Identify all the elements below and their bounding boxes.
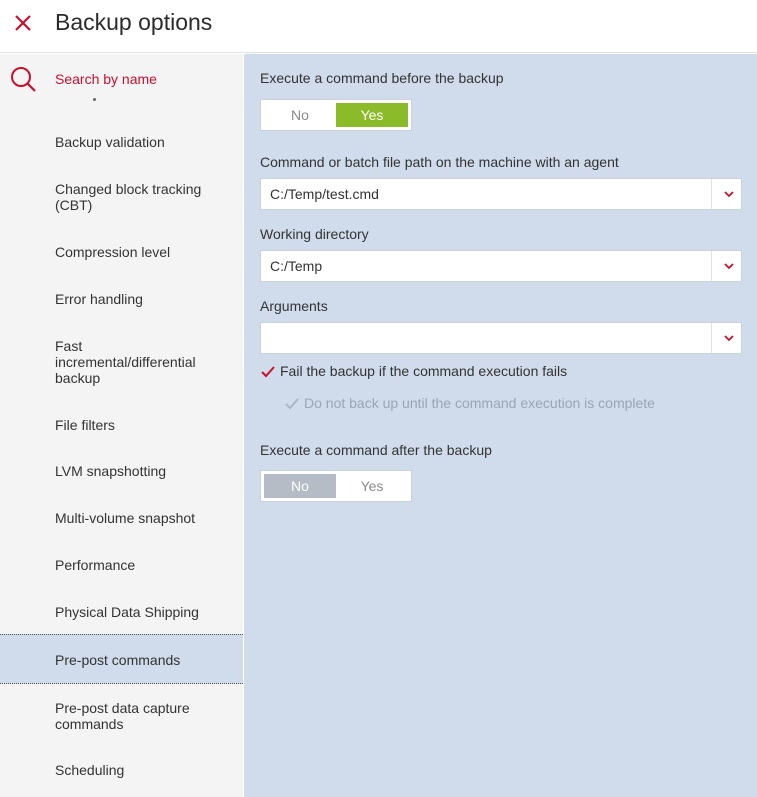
sidebar-item-label: Pre-post data capture commands (55, 700, 190, 732)
settings-panel: Execute a command before the backup No Y… (244, 54, 757, 797)
search-bar (0, 54, 243, 102)
sidebar-item-physical-data-shipping[interactable]: Physical Data Shipping (0, 589, 243, 634)
sidebar-item-label: LVM snapshotting (55, 463, 167, 479)
fail-backup-checkbox[interactable]: Fail the backup if the command execution… (260, 362, 600, 382)
checkmark-icon (261, 366, 275, 378)
sidebar-item-label: File filters (55, 417, 115, 433)
before-toggle-no[interactable]: No (264, 103, 336, 127)
after-toggle-no[interactable]: No (264, 474, 336, 498)
chevron-down-icon[interactable] (716, 323, 742, 353)
search-input[interactable] (55, 69, 225, 89)
close-icon[interactable] (12, 12, 34, 34)
sidebar-item-label: Performance (55, 557, 136, 573)
sidebar-item-fast-incremental[interactable]: Fast incremental/differential backup (0, 322, 243, 402)
sidebar: Backup validation Changed block tracking… (0, 54, 243, 797)
wait-complete-checkbox: Do not back up until the command executi… (284, 394, 684, 414)
after-toggle-yes[interactable]: Yes (336, 474, 408, 498)
sidebar-item-label: Error handling (55, 291, 143, 307)
sidebar-item-label: Backup validation (55, 134, 165, 150)
before-command-label: Execute a command before the backup (260, 70, 504, 86)
sidebar-item-label: Fast incremental/differential backup (55, 338, 196, 386)
sidebar-item-scheduling[interactable]: Scheduling (0, 752, 243, 797)
header-bar: Backup options (0, 0, 757, 53)
sidebar-item-lvm-snapshotting[interactable]: LVM snapshotting (0, 448, 243, 495)
scroll-indicator (93, 98, 96, 101)
page-title: Backup options (55, 9, 213, 35)
sidebar-item-label: Scheduling (55, 762, 125, 778)
chevron-down-icon[interactable] (716, 179, 742, 209)
sidebar-item-performance[interactable]: Performance (0, 542, 243, 589)
sidebar-item-backup-validation[interactable]: Backup validation (0, 116, 243, 168)
chevron-down-icon[interactable] (716, 251, 742, 281)
sidebar-item-changed-block-tracking[interactable]: Changed block tracking (CBT) (0, 168, 243, 230)
checkmark-icon (285, 398, 299, 410)
sidebar-item-pre-post-commands[interactable]: Pre-post commands (0, 634, 243, 684)
combo-divider (711, 251, 712, 281)
sidebar-item-pre-post-data-capture[interactable]: Pre-post data capture commands (0, 684, 243, 752)
working-directory-value: C:/Temp (270, 258, 323, 274)
search-icon[interactable] (9, 65, 37, 93)
working-directory-label: Working directory (260, 226, 369, 242)
sidebar-item-error-handling[interactable]: Error handling (0, 274, 243, 322)
combo-divider (711, 323, 712, 353)
sidebar-item-label: Physical Data Shipping (55, 604, 199, 620)
sidebar-item-multi-volume-snapshot[interactable]: Multi-volume snapshot (0, 495, 243, 542)
command-path-field[interactable]: C:/Temp/test.cmd (260, 178, 742, 210)
before-command-toggle: No Yes (260, 99, 412, 131)
before-toggle-yes[interactable]: Yes (336, 103, 408, 127)
arguments-field[interactable] (260, 322, 742, 354)
sidebar-item-compression-level[interactable]: Compression level (0, 230, 243, 274)
working-directory-field[interactable]: C:/Temp (260, 250, 742, 282)
combo-divider (711, 179, 712, 209)
sidebar-item-label: Pre-post commands (55, 652, 181, 668)
command-path-label: Command or batch file path on the machin… (260, 154, 619, 170)
sidebar-item-label: Changed block tracking (CBT) (55, 181, 202, 213)
sidebar-item-file-filters[interactable]: File filters (0, 402, 243, 448)
fail-backup-label: Fail the backup if the command execution… (280, 363, 568, 379)
wait-complete-label: Do not back up until the command executi… (304, 395, 655, 411)
sidebar-item-label: Compression level (55, 244, 171, 260)
after-command-label: Execute a command after the backup (260, 442, 492, 458)
arguments-label: Arguments (260, 298, 328, 314)
command-path-value: C:/Temp/test.cmd (270, 186, 379, 202)
after-command-toggle: No Yes (260, 470, 412, 502)
sidebar-item-label: Multi-volume snapshot (55, 510, 196, 526)
